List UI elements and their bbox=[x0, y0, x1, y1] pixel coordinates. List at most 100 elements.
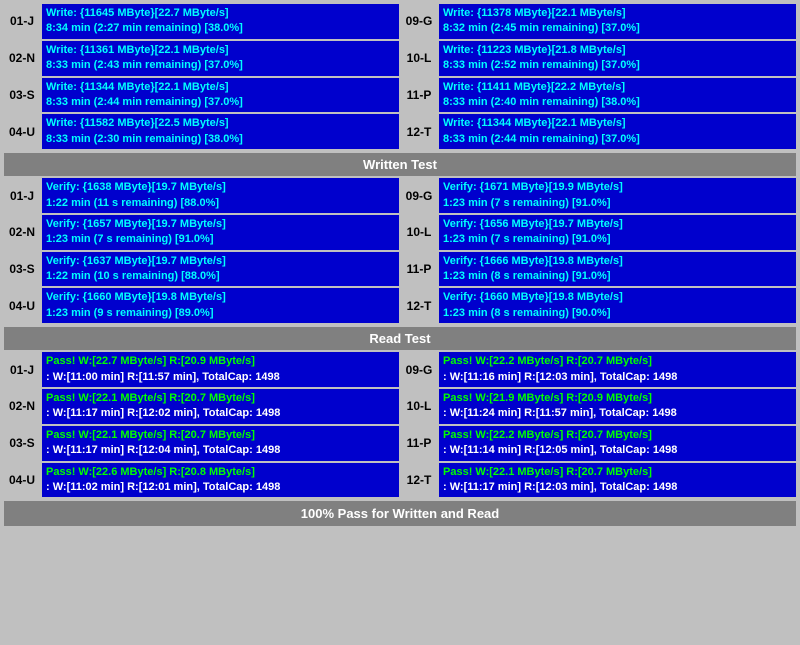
read-test-label: Read Test bbox=[369, 331, 430, 346]
left-cell-2: Pass! W:[22.1 MByte/s] R:[20.7 MByte/s]:… bbox=[42, 426, 399, 461]
left-line2-1: 8:33 min (2:43 min remaining) [37.0%] bbox=[46, 58, 395, 73]
right-line1-0: Write: {11378 MByte}[22.1 MByte/s] bbox=[443, 6, 792, 21]
right-label-3: 12-T bbox=[401, 288, 437, 323]
right-label-0: 09-G bbox=[401, 178, 437, 213]
data-row-2: 03-SVerify: {1637 MByte}[19.7 MByte/s]1:… bbox=[4, 252, 796, 287]
right-cell-1: Write: {11223 MByte}[21.8 MByte/s]8:33 m… bbox=[439, 41, 796, 76]
left-cell-3: Pass! W:[22.6 MByte/s] R:[20.8 MByte/s]:… bbox=[42, 463, 399, 498]
data-row-3: 04-UVerify: {1660 MByte}[19.8 MByte/s]1:… bbox=[4, 288, 796, 323]
data-row-2: 03-SWrite: {11344 MByte}[22.1 MByte/s]8:… bbox=[4, 78, 796, 113]
write-section: 01-JWrite: {11645 MByte}[22.7 MByte/s]8:… bbox=[4, 4, 796, 176]
left-line1-0: Write: {11645 MByte}[22.7 MByte/s] bbox=[46, 6, 395, 21]
left-label-0: 01-J bbox=[4, 178, 40, 213]
left-line1-1: Write: {11361 MByte}[22.1 MByte/s] bbox=[46, 43, 395, 58]
left-label-2: 03-S bbox=[4, 78, 40, 113]
verify-section: 01-JVerify: {1638 MByte}[19.7 MByte/s]1:… bbox=[4, 178, 796, 323]
data-row-0: 01-JVerify: {1638 MByte}[19.7 MByte/s]1:… bbox=[4, 178, 796, 213]
left-line1-0: Verify: {1638 MByte}[19.7 MByte/s] bbox=[46, 180, 395, 195]
data-row-2: 03-SPass! W:[22.1 MByte/s] R:[20.7 MByte… bbox=[4, 426, 796, 461]
left-cell-3: Write: {11582 MByte}[22.5 MByte/s]8:33 m… bbox=[42, 114, 399, 149]
right-line1-1: Write: {11223 MByte}[21.8 MByte/s] bbox=[443, 43, 792, 58]
left-cell-1: Pass! W:[22.1 MByte/s] R:[20.7 MByte/s]:… bbox=[42, 389, 399, 424]
left-line1-2: Verify: {1637 MByte}[19.7 MByte/s] bbox=[46, 254, 395, 269]
left-label-3: 04-U bbox=[4, 288, 40, 323]
right-line2-3: 1:23 min (8 s remaining) [90.0%] bbox=[443, 306, 792, 321]
left-line2-2: 1:22 min (10 s remaining) [88.0%] bbox=[46, 269, 395, 284]
left-label-0: 01-J bbox=[4, 4, 40, 39]
left-line2-0: 1:22 min (11 s remaining) [88.0%] bbox=[46, 196, 395, 211]
data-row-1: 02-NPass! W:[22.1 MByte/s] R:[20.7 MByte… bbox=[4, 389, 796, 424]
left-line1-3: Pass! W:[22.6 MByte/s] R:[20.8 MByte/s] bbox=[46, 465, 395, 480]
left-line2-3: 8:33 min (2:30 min remaining) [38.0%] bbox=[46, 132, 395, 147]
footer-label: 100% Pass for Written and Read bbox=[301, 506, 499, 521]
right-label-2: 11-P bbox=[401, 252, 437, 287]
right-line1-3: Write: {11344 MByte}[22.1 MByte/s] bbox=[443, 116, 792, 131]
main-container: 01-JWrite: {11645 MByte}[22.7 MByte/s]8:… bbox=[0, 0, 800, 530]
right-label-3: 12-T bbox=[401, 463, 437, 498]
left-line1-1: Verify: {1657 MByte}[19.7 MByte/s] bbox=[46, 217, 395, 232]
right-cell-0: Pass! W:[22.2 MByte/s] R:[20.7 MByte/s]:… bbox=[439, 352, 796, 387]
right-line2-1: 8:33 min (2:52 min remaining) [37.0%] bbox=[443, 58, 792, 73]
left-line1-3: Verify: {1660 MByte}[19.8 MByte/s] bbox=[46, 290, 395, 305]
left-line2-3: : W:[11:02 min] R:[12:01 min], TotalCap:… bbox=[46, 480, 395, 495]
data-row-0: 01-JWrite: {11645 MByte}[22.7 MByte/s]8:… bbox=[4, 4, 796, 39]
left-line2-1: : W:[11:17 min] R:[12:02 min], TotalCap:… bbox=[46, 406, 395, 421]
left-line2-2: : W:[11:17 min] R:[12:04 min], TotalCap:… bbox=[46, 443, 395, 458]
right-line1-2: Write: {11411 MByte}[22.2 MByte/s] bbox=[443, 80, 792, 95]
right-label-0: 09-G bbox=[401, 4, 437, 39]
right-cell-0: Write: {11378 MByte}[22.1 MByte/s]8:32 m… bbox=[439, 4, 796, 39]
left-label-1: 02-N bbox=[4, 389, 40, 424]
right-cell-3: Write: {11344 MByte}[22.1 MByte/s]8:33 m… bbox=[439, 114, 796, 149]
right-label-2: 11-P bbox=[401, 426, 437, 461]
left-label-3: 04-U bbox=[4, 463, 40, 498]
right-line1-2: Pass! W:[22.2 MByte/s] R:[20.7 MByte/s] bbox=[443, 428, 792, 443]
left-label-2: 03-S bbox=[4, 252, 40, 287]
right-line2-0: : W:[11:16 min] R:[12:03 min], TotalCap:… bbox=[443, 370, 792, 385]
left-line2-3: 1:23 min (9 s remaining) [89.0%] bbox=[46, 306, 395, 321]
left-cell-0: Write: {11645 MByte}[22.7 MByte/s]8:34 m… bbox=[42, 4, 399, 39]
right-label-1: 10-L bbox=[401, 215, 437, 250]
written-test-header: Written Test bbox=[4, 153, 796, 176]
right-line1-0: Pass! W:[22.2 MByte/s] R:[20.7 MByte/s] bbox=[443, 354, 792, 369]
left-line1-1: Pass! W:[22.1 MByte/s] R:[20.7 MByte/s] bbox=[46, 391, 395, 406]
left-line2-0: 8:34 min (2:27 min remaining) [38.0%] bbox=[46, 21, 395, 36]
right-cell-2: Verify: {1666 MByte}[19.8 MByte/s]1:23 m… bbox=[439, 252, 796, 287]
left-cell-0: Verify: {1638 MByte}[19.7 MByte/s]1:22 m… bbox=[42, 178, 399, 213]
read-test-header: Read Test bbox=[4, 327, 796, 350]
left-cell-1: Write: {11361 MByte}[22.1 MByte/s]8:33 m… bbox=[42, 41, 399, 76]
read-section: 01-J Pass! W:[22.7 MByte/s] R:[20.9 MByte… bbox=[4, 352, 796, 497]
left-line1-2: Pass! W:[22.1 MByte/s] R:[20.7 MByte/s] bbox=[46, 428, 395, 443]
right-cell-2: Write: {11411 MByte}[22.2 MByte/s]8:33 m… bbox=[439, 78, 796, 113]
right-label-1: 10-L bbox=[401, 41, 437, 76]
right-line1-1: Pass! W:[21.9 MByte/s] R:[20.9 MByte/s] bbox=[443, 391, 792, 406]
right-line1-3: Pass! W:[22.1 MByte/s] R:[20.7 MByte/s] bbox=[443, 465, 792, 480]
right-label-1: 10-L bbox=[401, 389, 437, 424]
left-cell-3: Verify: {1660 MByte}[19.8 MByte/s]1:23 m… bbox=[42, 288, 399, 323]
left-line2-2: 8:33 min (2:44 min remaining) [37.0%] bbox=[46, 95, 395, 110]
left-cell-2: Verify: {1637 MByte}[19.7 MByte/s]1:22 m… bbox=[42, 252, 399, 287]
footer: 100% Pass for Written and Read bbox=[4, 501, 796, 526]
left-cell-1: Verify: {1657 MByte}[19.7 MByte/s]1:23 m… bbox=[42, 215, 399, 250]
right-line2-2: 8:33 min (2:40 min remaining) [38.0%] bbox=[443, 95, 792, 110]
left-label-0: 01-J bbox=[4, 352, 40, 387]
right-line1-3: Verify: {1660 MByte}[19.8 MByte/s] bbox=[443, 290, 792, 305]
right-line1-0: Verify: {1671 MByte}[19.9 MByte/s] bbox=[443, 180, 792, 195]
right-label-3: 12-T bbox=[401, 114, 437, 149]
left-line1-2: Write: {11344 MByte}[22.1 MByte/s] bbox=[46, 80, 395, 95]
left-line2-1: 1:23 min (7 s remaining) [91.0%] bbox=[46, 232, 395, 247]
right-cell-2: Pass! W:[22.2 MByte/s] R:[20.7 MByte/s]:… bbox=[439, 426, 796, 461]
right-line1-2: Verify: {1666 MByte}[19.8 MByte/s] bbox=[443, 254, 792, 269]
left-label-1: 02-N bbox=[4, 215, 40, 250]
data-row-1: 02-NWrite: {11361 MByte}[22.1 MByte/s]8:… bbox=[4, 41, 796, 76]
right-line2-0: 1:23 min (7 s remaining) [91.0%] bbox=[443, 196, 792, 211]
right-cell-1: Pass! W:[21.9 MByte/s] R:[20.9 MByte/s]:… bbox=[439, 389, 796, 424]
left-label-3: 04-U bbox=[4, 114, 40, 149]
right-cell-3: Verify: {1660 MByte}[19.8 MByte/s]1:23 m… bbox=[439, 288, 796, 323]
left-label-1: 02-N bbox=[4, 41, 40, 76]
left-cell-2: Write: {11344 MByte}[22.1 MByte/s]8:33 m… bbox=[42, 78, 399, 113]
left-line2-0: : W:[11:00 min] R:[11:57 min], TotalCap:… bbox=[46, 370, 395, 385]
data-row-1: 02-NVerify: {1657 MByte}[19.7 MByte/s]1:… bbox=[4, 215, 796, 250]
left-line1-0: Pass! W:[22.7 MByte/s] R:[20.9 MByte/s] bbox=[46, 354, 395, 369]
right-line2-1: 1:23 min (7 s remaining) [91.0%] bbox=[443, 232, 792, 247]
right-line2-3: 8:33 min (2:44 min remaining) [37.0%] bbox=[443, 132, 792, 147]
